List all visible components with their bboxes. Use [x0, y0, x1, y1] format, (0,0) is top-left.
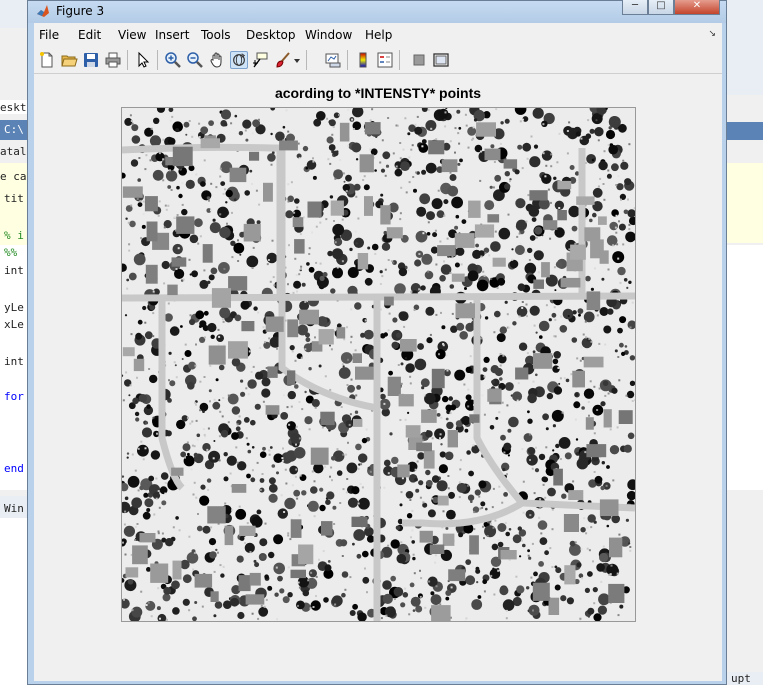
menu-edit[interactable]: Edit [78, 28, 101, 42]
hide-plot-tools-icon[interactable] [410, 51, 428, 69]
figure-window: Figure 3 ─ □ ✕ File Edit View Insert Too… [27, 0, 727, 685]
menu-insert[interactable]: Insert [155, 28, 189, 42]
new-figure-icon[interactable] [38, 51, 56, 69]
plot-title: acording to *INTENSTY* points [274, 85, 482, 101]
pan-hand-icon[interactable] [208, 51, 226, 69]
menu-file[interactable]: File [39, 28, 59, 42]
bg-code-fragment: %% [4, 246, 18, 259]
bg-code-fragment: int [4, 355, 24, 368]
bg-code-fragment: end [4, 462, 24, 475]
bg-code-fragment: Win [4, 502, 24, 515]
brush-dropdown-icon[interactable] [292, 51, 302, 69]
bg-code-fragment: % i [4, 229, 24, 242]
menu-window[interactable]: Window [305, 28, 352, 42]
print-icon[interactable] [104, 51, 122, 69]
bg-message-bar [726, 163, 763, 243]
toolbar-separator [347, 50, 348, 70]
bg-editor [726, 245, 763, 490]
figure-canvas: acording to *INTENSTY* points [34, 74, 722, 681]
toolbar-separator [306, 50, 307, 70]
minimize-icon: ─ [631, 0, 639, 11]
toolbar-separator [157, 50, 158, 70]
insert-colorbar-icon[interactable] [354, 51, 372, 69]
matlab-logo-icon [37, 5, 49, 17]
edit-plot-arrow-icon[interactable] [134, 51, 152, 69]
bg-command-window [0, 518, 28, 685]
bg-code-fragment: yLe [4, 301, 24, 314]
open-file-icon[interactable] [60, 51, 78, 69]
menu-desktop[interactable]: Desktop [246, 28, 296, 42]
menu-view[interactable]: View [118, 28, 146, 42]
maximize-button[interactable]: □ [648, 0, 674, 15]
insert-legend-icon[interactable] [376, 51, 394, 69]
image-axes[interactable] [121, 107, 636, 622]
zoom-out-icon[interactable] [186, 51, 204, 69]
figure-client-area: File Edit View Insert Tools Desktop Wind… [34, 23, 722, 681]
maximize-icon: □ [656, 0, 666, 11]
bg-code-fragment: int [4, 264, 24, 277]
save-icon[interactable] [82, 51, 100, 69]
link-plot-icon[interactable] [324, 51, 342, 69]
rotate-3d-icon[interactable] [230, 51, 248, 69]
figure-toolbar [34, 47, 722, 74]
close-icon: ✕ [692, 0, 702, 11]
show-plot-tools-icon[interactable] [432, 51, 450, 69]
background-desktop-right [726, 0, 763, 685]
bg-code-fragment: for [4, 390, 24, 403]
bg-code-fragment: upt [731, 672, 751, 685]
dock-figure-icon[interactable]: ↘ [708, 29, 716, 39]
menu-help[interactable]: Help [365, 28, 392, 42]
bg-code-fragment: C:\ [4, 123, 24, 136]
menu-tools[interactable]: Tools [201, 28, 231, 42]
window-title: Figure 3 [56, 4, 105, 18]
menu-bar: File Edit View Insert Tools Desktop Wind… [34, 23, 722, 47]
title-bar[interactable]: Figure 3 ─ □ ✕ [28, 0, 726, 23]
toolbar-separator [127, 50, 128, 70]
bg-code-fragment: tit [4, 192, 24, 205]
data-cursor-icon[interactable] [252, 51, 270, 69]
toolbar-separator [399, 50, 400, 70]
bg-toolbar [726, 0, 763, 95]
minimize-button[interactable]: ─ [622, 0, 648, 15]
bg-path-bar [726, 122, 763, 140]
bg-code-fragment: xLe [4, 318, 24, 331]
brush-icon[interactable] [274, 51, 292, 69]
close-button[interactable]: ✕ [674, 0, 720, 15]
zoom-in-icon[interactable] [164, 51, 182, 69]
intensity-image [122, 108, 635, 621]
bg-toolbar [0, 0, 28, 28]
